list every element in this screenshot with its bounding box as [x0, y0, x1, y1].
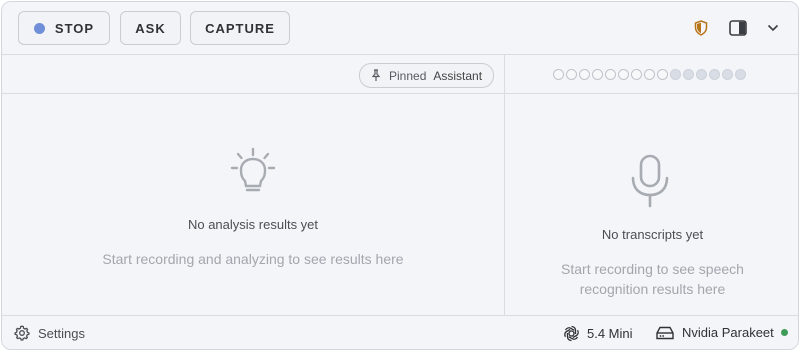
model-selector[interactable]: 5.4 Mini	[563, 325, 633, 342]
pinned-value: Assistant	[433, 68, 483, 83]
model-label: 5.4 Mini	[587, 326, 633, 341]
ask-button-label: ASK	[135, 20, 166, 36]
capture-button[interactable]: CAPTURE	[190, 11, 290, 45]
stop-button-label: STOP	[54, 20, 95, 36]
progress-dot	[579, 69, 590, 80]
transcription-engine-selector[interactable]: Nvidia Parakeet	[656, 325, 788, 340]
pin-icon	[370, 69, 382, 82]
progress-dot	[722, 69, 733, 80]
microphone-icon	[629, 154, 671, 215]
capture-button-label: CAPTURE	[205, 20, 275, 36]
transcript-progress-dots	[553, 69, 746, 80]
transcript-empty-subtitle-1: Start recording to see speech	[561, 261, 744, 277]
recording-indicator-icon	[33, 22, 45, 34]
engine-label: Nvidia Parakeet	[682, 325, 774, 340]
gear-icon	[14, 325, 30, 341]
progress-dot	[592, 69, 603, 80]
progress-dot	[657, 69, 668, 80]
progress-dot	[553, 69, 564, 80]
lightbulb-icon	[226, 146, 280, 201]
progress-dot	[696, 69, 707, 80]
analysis-empty-title: No analysis results yet	[187, 217, 319, 232]
stop-button[interactable]: STOP	[18, 11, 110, 45]
transcript-empty-subtitle-2: recognition results here	[579, 281, 726, 297]
app-window: STOP ASK CAPTURE Pinned Assistant No ana…	[1, 1, 799, 350]
pinned-assistant-chip[interactable]: Pinned Assistant	[359, 63, 494, 88]
chevron-down-icon[interactable]	[764, 19, 782, 37]
progress-dot	[618, 69, 629, 80]
shield-icon[interactable]	[692, 19, 710, 37]
pinned-label: Pinned	[389, 68, 427, 83]
progress-dot	[670, 69, 681, 80]
hard-drive-icon	[656, 326, 674, 339]
openai-icon	[564, 325, 579, 342]
progress-dot	[683, 69, 694, 80]
analysis-panel: No analysis results yet Start recording …	[2, 94, 504, 315]
panel-toggle-icon[interactable]	[729, 19, 747, 37]
progress-dot	[709, 69, 720, 80]
panel-header-bar: Pinned Assistant	[2, 55, 798, 94]
progress-dot	[644, 69, 655, 80]
settings-label: Settings	[38, 325, 85, 341]
transcript-panel: No transcripts yet Start recording to se…	[505, 94, 798, 315]
engine-status-indicator	[780, 329, 788, 336]
progress-dot	[735, 69, 746, 80]
progress-dot	[605, 69, 616, 80]
ask-button[interactable]: ASK	[120, 11, 181, 45]
status-bar: Settings 5.4 Mini Nvidia Parakeet	[2, 315, 798, 349]
progress-dot	[566, 69, 577, 80]
settings-button[interactable]: Settings	[14, 325, 85, 341]
analysis-empty-subtitle: Start recording and analyzing to see res…	[102, 251, 404, 267]
progress-dot	[631, 69, 642, 80]
transcript-empty-title: No transcripts yet	[601, 227, 704, 242]
toolbar: STOP ASK CAPTURE	[2, 2, 798, 55]
